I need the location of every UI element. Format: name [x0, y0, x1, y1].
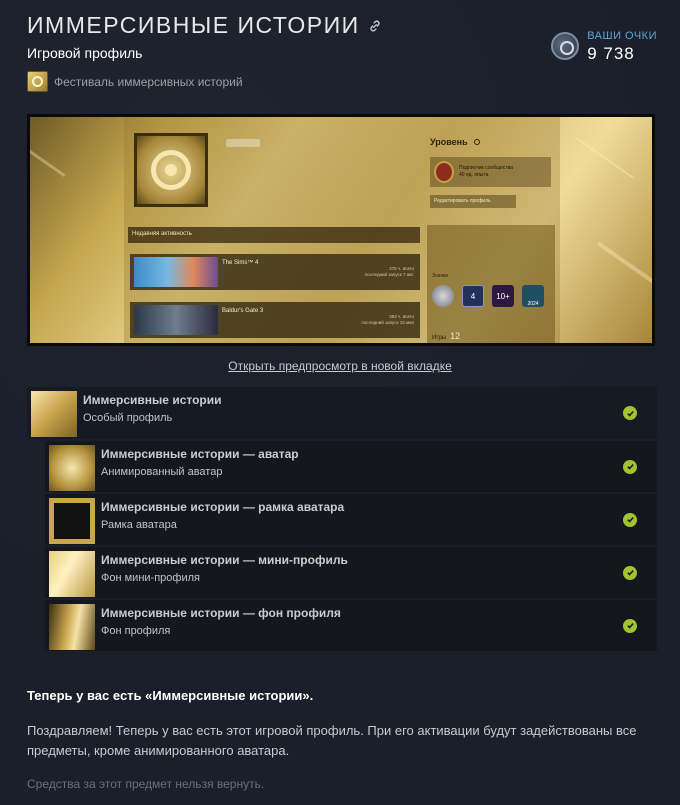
list-item[interactable]: Иммерсивные истории — рамка аватара Рамк… — [45, 494, 657, 547]
item-thumbnail — [31, 391, 77, 437]
preview-badge-xp: 40 ед. опыта — [459, 172, 489, 178]
item-type: Рамка аватара — [101, 519, 177, 531]
points-label: ВАШИ ОЧКИ — [587, 30, 657, 42]
film-reel-icon — [151, 150, 191, 190]
preview-game-row: The Sims™ 4 275 ч. всего последний запуск… — [130, 254, 420, 290]
item-thumbnail — [49, 604, 95, 650]
footer-heading: Теперь у вас есть «Иммерсивные истории». — [27, 688, 314, 703]
item-list: Иммерсивные истории Особый профиль Иммер… — [27, 387, 657, 653]
item-title: Иммерсивные истории — мини-профиль — [101, 553, 348, 567]
points-balance: ВАШИ ОЧКИ 9 738 — [551, 30, 657, 64]
profile-preview[interactable]: Уровень Подписчик сообщества 40 ед. опыта… — [27, 114, 655, 346]
preview-games-label: Игры — [432, 335, 447, 341]
item-title: Иммерсивные истории — рамка аватара — [101, 500, 345, 514]
list-item[interactable]: Иммерсивные истории — мини-профиль Фон м… — [45, 547, 657, 600]
preview-name-blur — [226, 139, 260, 147]
page-title: ИММЕРСИВНЫЕ ИСТОРИИ — [27, 12, 360, 38]
preview-level-label: Уровень — [430, 137, 468, 147]
preview-games: Игры 12 — [432, 331, 460, 341]
item-type: Особый профиль — [83, 412, 173, 424]
check-icon — [623, 512, 637, 527]
silver-badge-icon — [432, 285, 454, 307]
item-title: Иммерсивные истории — [83, 393, 222, 407]
link-icon[interactable] — [368, 19, 382, 33]
preview-game-name: Baldur's Gate 3 — [222, 308, 264, 314]
preview-game-row: Baldur's Gate 3 393 ч. всего последний за… — [130, 302, 420, 338]
preview-game-last: последний запуск 7 авг. — [364, 272, 414, 278]
check-icon — [623, 565, 637, 580]
level-circle-icon — [473, 139, 480, 145]
preview-games-count: 12 — [450, 331, 461, 341]
item-title: Иммерсивные истории — аватар — [101, 447, 299, 461]
purchase-footer: Теперь у вас есть «Иммерсивные истории».… — [27, 688, 657, 791]
steam-points-icon — [551, 32, 580, 60]
list-item[interactable]: Иммерсивные истории — аватар Анимированн… — [45, 441, 657, 494]
preview-recent-activity: Недавняя активность — [128, 227, 420, 243]
preview-badge-row: 4 10+ 2024 — [432, 285, 544, 307]
years-badge-icon: 4 — [462, 285, 484, 307]
steam-year-badge-icon: 2024 — [522, 285, 544, 307]
level-badge-icon: 10+ — [492, 285, 514, 307]
baldurs-gate-art — [134, 305, 218, 335]
item-thumbnail — [49, 445, 95, 491]
preview-game-name: The Sims™ 4 — [222, 260, 259, 266]
preview-game-last: последний запуск 15 мая — [361, 320, 414, 326]
preview-badge-box: Подписчик сообщества 40 ед. опыта — [430, 157, 551, 187]
preview-badges-label: Значки — [432, 273, 449, 279]
item-type: Фон профиля — [101, 625, 171, 637]
list-item[interactable]: Иммерсивные истории — фон профиля Фон пр… — [45, 600, 657, 653]
item-title: Иммерсивные истории — фон профиля — [101, 606, 341, 620]
community-badge-icon — [434, 161, 454, 183]
item-thumbnail — [49, 551, 95, 597]
preview-edit-profile: Редактировать профиль — [430, 195, 516, 208]
check-icon — [623, 618, 637, 633]
preview-badge-text: Подписчик сообщества — [459, 165, 514, 171]
refund-note: Средства за этот предмет нельзя вернуть. — [27, 777, 265, 792]
points-value: 9 738 — [587, 44, 635, 63]
footer-body: Поздравляем! Теперь у вас есть этот игро… — [27, 723, 637, 759]
preview-avatar — [134, 133, 208, 207]
festival-link[interactable]: Фестиваль иммерсивных историй — [27, 71, 657, 92]
festival-label[interactable]: Фестиваль иммерсивных историй — [54, 75, 243, 89]
open-preview-link[interactable]: Открыть предпросмотр в новой вкладке — [0, 359, 680, 373]
sims-art — [134, 257, 218, 287]
item-type: Анимированный аватар — [101, 466, 223, 478]
item-thumbnail — [49, 498, 95, 544]
check-icon — [623, 406, 637, 420]
check-icon — [623, 459, 637, 474]
list-item[interactable]: Иммерсивные истории Особый профиль — [27, 387, 657, 441]
preview-level: Уровень — [430, 137, 480, 147]
item-type: Фон мини-профиля — [101, 572, 200, 584]
festival-thumbnail — [27, 71, 48, 92]
